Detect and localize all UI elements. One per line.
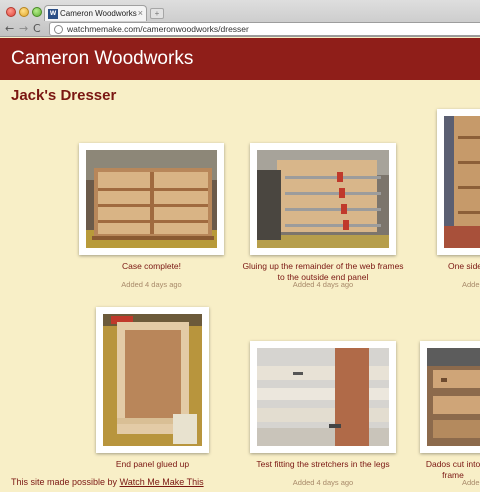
- photo-case-complete[interactable]: [79, 143, 224, 255]
- photo-caption[interactable]: Case complete!: [79, 261, 224, 272]
- photo-caption[interactable]: End panel glued up: [86, 459, 219, 470]
- page-title: Jack's Dresser: [11, 87, 117, 104]
- browser-chrome: W Cameron Woodworks Jack's × + ← → C wat…: [0, 0, 480, 37]
- photo-timestamp: Added 4 days ago: [292, 478, 354, 487]
- photo-image: [427, 348, 480, 446]
- photo-end-panel[interactable]: [96, 307, 209, 453]
- window-minimize-button[interactable]: [19, 7, 29, 17]
- photo-caption[interactable]: One side: [440, 261, 480, 272]
- address-bar[interactable]: watchmemake.com/cameronwoodworks/dresser: [49, 22, 480, 36]
- url-text: watchmemake.com/cameronwoodworks/dresser: [67, 24, 249, 34]
- photo-timestamp: Adde: [462, 478, 480, 487]
- browser-tab[interactable]: W Cameron Woodworks Jack's ×: [44, 5, 147, 21]
- tab-close-icon[interactable]: ×: [138, 7, 143, 19]
- photo-one-side[interactable]: [437, 109, 480, 255]
- favicon-icon: W: [48, 9, 58, 19]
- photo-image: [444, 116, 480, 248]
- photo-image: [86, 150, 217, 248]
- window-close-button[interactable]: [6, 7, 16, 17]
- forward-arrow-icon[interactable]: →: [19, 23, 28, 35]
- photo-test-fitting[interactable]: [250, 341, 396, 453]
- tab-title: Cameron Woodworks Jack's: [60, 9, 137, 18]
- photo-dados-cut[interactable]: [420, 341, 480, 453]
- new-tab-button[interactable]: +: [150, 8, 164, 19]
- site-title-link[interactable]: Cameron Woodworks: [11, 47, 193, 71]
- reload-icon[interactable]: C: [33, 23, 41, 35]
- photo-image: [257, 150, 389, 248]
- site-header: Cameron Woodworks: [0, 38, 480, 80]
- globe-icon: [54, 25, 63, 34]
- window-maximize-button[interactable]: [32, 7, 42, 17]
- photo-caption[interactable]: Test fitting the stretchers in the legs: [240, 459, 406, 470]
- photo-image: [103, 314, 202, 446]
- footer-link[interactable]: Watch Me Make This: [120, 477, 204, 487]
- footer-text: This site made possible by: [11, 477, 120, 487]
- photo-timestamp: Added 4 days ago: [292, 280, 354, 289]
- site-footer: This site made possible by Watch Me Make…: [11, 476, 204, 488]
- photo-timestamp: Adde: [462, 280, 480, 289]
- back-arrow-icon[interactable]: ←: [5, 23, 14, 35]
- photo-timestamp: Added 4 days ago: [121, 280, 182, 289]
- photo-gluing-up[interactable]: [250, 143, 396, 255]
- photo-image: [257, 348, 389, 446]
